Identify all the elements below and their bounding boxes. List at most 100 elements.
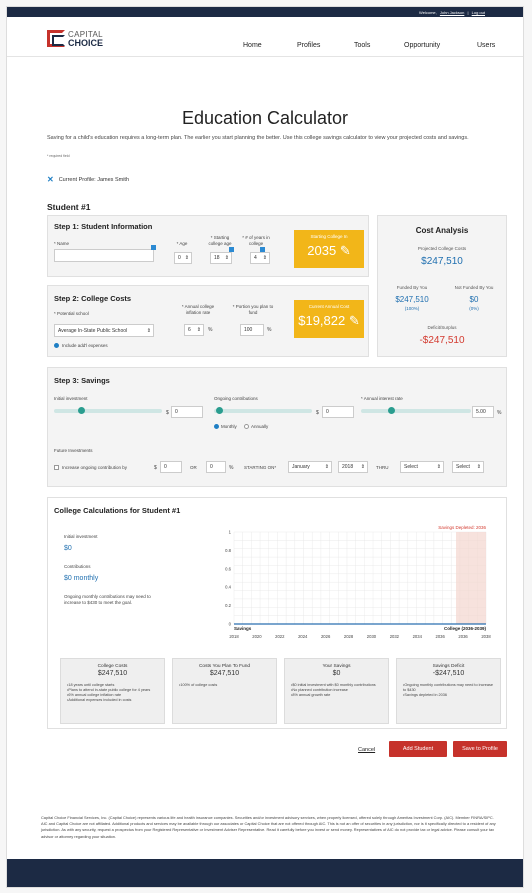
- logout-link[interactable]: Log out: [472, 10, 485, 15]
- current-cost-box[interactable]: Current Annual Cost $19,822 ✎: [294, 300, 364, 338]
- funded-label: Funded By You: [396, 285, 428, 290]
- x-tick-label: 2036: [436, 634, 446, 639]
- brand-logo[interactable]: CAPITAL CHOICE: [47, 30, 103, 47]
- starting-age-select[interactable]: 18: [210, 252, 232, 264]
- nav-profiles[interactable]: Profiles: [297, 42, 320, 49]
- y-tick-label: 1: [229, 530, 232, 535]
- nav-tools[interactable]: Tools: [354, 42, 370, 49]
- calc-contrib-value: $0 monthly: [64, 575, 99, 582]
- nav-users[interactable]: Users: [477, 42, 495, 49]
- portion-input[interactable]: 100: [240, 324, 264, 336]
- x-tick-label: 2036: [458, 634, 468, 639]
- years-select[interactable]: 4: [250, 252, 270, 264]
- site-header: CAPITAL CHOICE Home Profiles Tools Oppor…: [7, 17, 523, 57]
- depleted-annotation: Savings Depleted: 2036: [438, 525, 486, 530]
- slider-handle[interactable]: [78, 407, 85, 414]
- interest-rate-slider[interactable]: [361, 409, 471, 413]
- x-tick-label: 2020: [252, 634, 262, 639]
- interest-rate-input[interactable]: 5.00: [472, 406, 494, 418]
- calc-contrib-label: Contributions: [64, 564, 91, 569]
- y-tick-label: 0.6: [225, 566, 231, 571]
- dollar-unit: $: [154, 465, 157, 471]
- summary-card-savings-deficit: Savings Deficit -$247,510 Ongoing monthl…: [396, 658, 501, 724]
- calc-initial-value: $0: [64, 545, 72, 552]
- brand-line2: CHOICE: [68, 37, 104, 48]
- funded-value: $247,510: [395, 295, 429, 304]
- step1-title: Step 1: Student Information: [54, 222, 153, 231]
- starting-college-value: 2035: [307, 243, 337, 258]
- projected-label: Projected College Costs: [417, 246, 467, 251]
- increase-contrib-check[interactable]: [54, 465, 59, 470]
- starting-college-box[interactable]: Starting College In 2035 ✎: [294, 230, 364, 268]
- y-axis: 0 0.2 0.4 0.6 0.8 1: [225, 530, 231, 627]
- percent-unit: %: [267, 327, 272, 333]
- calc-initial-label: Initial investment: [64, 534, 98, 539]
- step1-panel: Step 1: Student Information * Name * Age…: [47, 215, 369, 277]
- increase-amount-input[interactable]: 0: [160, 461, 182, 473]
- projected-value: $247,510: [421, 256, 463, 267]
- slider-handle[interactable]: [388, 407, 395, 414]
- name-label: * Name: [54, 241, 70, 246]
- monthly-label: Monthly: [221, 424, 237, 429]
- y-tick-label: 0.2: [225, 603, 231, 608]
- increase-contrib-label: Increase ongoing contribution by: [62, 465, 128, 470]
- x-tick-label: 2026: [321, 634, 331, 639]
- card-title: College Costs: [97, 664, 128, 669]
- not-funded-value: $0: [469, 295, 479, 304]
- cancel-link[interactable]: Cancel: [358, 747, 375, 753]
- x-tick-label: 2034: [413, 634, 423, 639]
- deficit-label: Deficit/Surplus: [427, 325, 457, 330]
- initial-investment-input[interactable]: 0: [171, 406, 203, 418]
- close-icon[interactable]: ✕: [47, 175, 54, 184]
- current-profile: ✕ Current Profile: James Smith: [47, 175, 129, 184]
- ongoing-contrib-slider[interactable]: [214, 409, 312, 413]
- age-select[interactable]: 0: [174, 252, 192, 264]
- user-link[interactable]: John Jackson: [440, 10, 464, 15]
- x-tick-label: 2022: [275, 634, 285, 639]
- school-select[interactable]: Average In-State Public School: [54, 324, 154, 337]
- inflation-select[interactable]: 6: [184, 324, 204, 336]
- add-student-button[interactable]: Add Student: [389, 741, 447, 757]
- initial-investment-slider[interactable]: [54, 409, 162, 413]
- nav-opportunity[interactable]: Opportunity: [404, 42, 440, 49]
- page-title: Education Calculator: [181, 108, 349, 128]
- pencil-icon[interactable]: ✎: [340, 243, 351, 258]
- x-tick-label: 2038: [481, 634, 491, 639]
- interest-rate-label: * Annual interest rate: [361, 396, 403, 401]
- card-title: Costs You Plan To Fund: [198, 664, 251, 669]
- save-to-profile-button[interactable]: Save to Profile: [453, 741, 507, 757]
- start-month-select[interactable]: January: [288, 461, 332, 473]
- slider-handle[interactable]: [216, 407, 223, 414]
- ongoing-contrib-input[interactable]: 0: [322, 406, 354, 418]
- dollar-unit: $: [316, 410, 319, 416]
- start-year-select[interactable]: 2018: [338, 461, 368, 473]
- college-region: [456, 532, 486, 624]
- nav-home[interactable]: Home: [243, 42, 262, 49]
- cost-analysis-panel: Cost Analysis Projected College Costs $2…: [377, 215, 507, 357]
- include-expenses-label: Include add'l expenses: [62, 343, 108, 348]
- card-title: Your Savings: [322, 664, 351, 669]
- future-investments-label: Future Investments: [54, 448, 93, 453]
- thru-year-select[interactable]: Select: [452, 461, 484, 473]
- name-input[interactable]: [54, 249, 154, 262]
- series-label: Savings: [234, 626, 252, 631]
- ongoing-contrib-label: Ongoing contributions: [214, 396, 258, 401]
- top-bar: Welcome, John Jackson | Log out: [7, 7, 523, 17]
- include-expenses-check[interactable]: [54, 343, 59, 348]
- annually-radio[interactable]: [244, 424, 249, 429]
- x-tick-label: 2018: [229, 634, 239, 639]
- thru-month-select[interactable]: Select: [400, 461, 444, 473]
- x-tick-label: 2030: [367, 634, 377, 639]
- pencil-icon[interactable]: ✎: [349, 313, 360, 328]
- starting-age-label: * Starting college age: [208, 235, 232, 246]
- monthly-radio[interactable]: [214, 424, 219, 429]
- card-value: $247,510: [97, 670, 128, 677]
- step3-title: Step 3: Savings: [54, 376, 110, 385]
- chart-grid: [233, 531, 487, 625]
- percent-unit: %: [208, 327, 213, 333]
- card-value: $0: [332, 670, 341, 677]
- increase-percent-input[interactable]: 0: [206, 461, 226, 473]
- info-icon[interactable]: [151, 245, 156, 250]
- calc-note: Ongoing monthly contributions may need t…: [64, 594, 151, 605]
- or-label: OR: [190, 465, 197, 470]
